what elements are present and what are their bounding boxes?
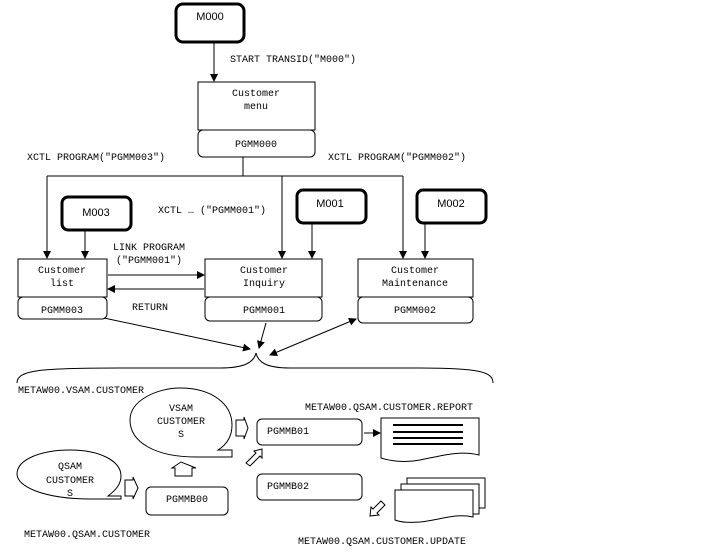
vsam-line-2: CUSTOMER: [157, 417, 205, 428]
inquiry-title-2: Inquiry: [243, 278, 285, 290]
link-label-1: LINK PROGRAM: [113, 243, 185, 254]
xctl-003-label: XCTL PROGRAM("PGMM003"): [27, 152, 165, 164]
update-to-b02-arrow: [369, 500, 386, 517]
qsam-line-3: S: [67, 489, 73, 500]
xctl-001-label: XCTL … ("PGMM001"): [158, 205, 266, 217]
batch-pgmmb02[interactable]: PGMMB02: [256, 473, 363, 501]
vsam-line-3: S: [178, 430, 184, 441]
report-document-icon: [380, 417, 480, 462]
list-pgm: PGMM003: [41, 306, 83, 317]
cics-program-flow-diagram: M000 START TRANSID("M000") Customer menu…: [16, 2, 494, 548]
program-maintenance[interactable]: Customer Maintenance PGMM002: [357, 258, 474, 324]
batch-pgmmb01[interactable]: PGMMB01: [256, 418, 363, 446]
pgmmb00-label: PGMMB00: [166, 495, 208, 506]
vsam-line-1: VSAM: [169, 404, 193, 415]
start-transid-label: START TRANSID("M000"): [230, 54, 356, 66]
batch-pgmmb00[interactable]: PGMMB00: [145, 486, 229, 516]
update-dataset-name: METAW00.QSAM.CUSTOMER.UPDATE: [298, 537, 466, 548]
map-m000-label: M000: [196, 11, 224, 23]
menu-title-1: Customer: [232, 89, 280, 100]
inquiry-title-1: Customer: [240, 266, 288, 277]
vsam-to-b01-arrow: [235, 416, 249, 440]
qsam-dataset-name: METAW00.QSAM.CUSTOMER: [24, 530, 150, 541]
maintenance-title-2: Maintenance: [382, 278, 448, 290]
program-list[interactable]: Customer list PGMM003: [17, 258, 108, 320]
report-dataset-name: METAW00.QSAM.CUSTOMER.REPORT: [305, 403, 473, 414]
maintenance-title-1: Customer: [391, 266, 439, 277]
b02-to-vsam-arrow: [245, 448, 263, 467]
pgmmb02-label: PGMMB02: [267, 482, 309, 493]
map-m001[interactable]: M001: [295, 188, 368, 225]
qsam-to-b00-arrow: [124, 476, 139, 500]
map-m003[interactable]: M003: [60, 195, 133, 232]
map-m001-label: M001: [316, 198, 344, 210]
pgmmb01-label: PGMMB01: [267, 427, 309, 438]
map-m002-label: M002: [437, 198, 465, 210]
inquiry-pgm: PGMM001: [243, 306, 285, 317]
inquiry-to-data-arrow: [257, 322, 267, 349]
menu-pgm: PGMM000: [235, 140, 277, 151]
vsam-customers-file[interactable]: VSAM CUSTOMER S: [129, 387, 233, 458]
qsam-customers-file[interactable]: QSAM CUSTOMER S: [16, 449, 122, 500]
maintenance-pgm: PGMM002: [394, 306, 436, 317]
map-m000[interactable]: M000: [174, 2, 246, 44]
qsam-line-2: CUSTOMER: [46, 476, 94, 487]
list-to-data-arrow: [103, 317, 251, 352]
map-m003-label: M003: [82, 207, 110, 219]
program-menu[interactable]: Customer menu PGMM000: [197, 81, 316, 158]
list-title-2: list: [50, 278, 74, 290]
update-documents-icon: [394, 477, 486, 523]
link-label-2: ("PGMM001"): [116, 255, 182, 267]
maintenance-data-arrow: [269, 318, 357, 356]
data-brace: [16, 352, 494, 384]
map-m002[interactable]: M002: [415, 188, 488, 225]
b00-to-vsam-arrow: [170, 461, 197, 477]
list-title-1: Customer: [38, 266, 86, 277]
return-label: RETURN: [132, 303, 168, 314]
qsam-line-1: QSAM: [58, 462, 82, 473]
menu-title-2: menu: [244, 102, 268, 113]
vsam-dataset-name: METAW00.VSAM.CUSTOMER: [18, 386, 144, 397]
program-inquiry[interactable]: Customer Inquiry PGMM001: [204, 258, 323, 322]
xctl-002-label: XCTL PROGRAM("PGMM002"): [328, 152, 466, 164]
